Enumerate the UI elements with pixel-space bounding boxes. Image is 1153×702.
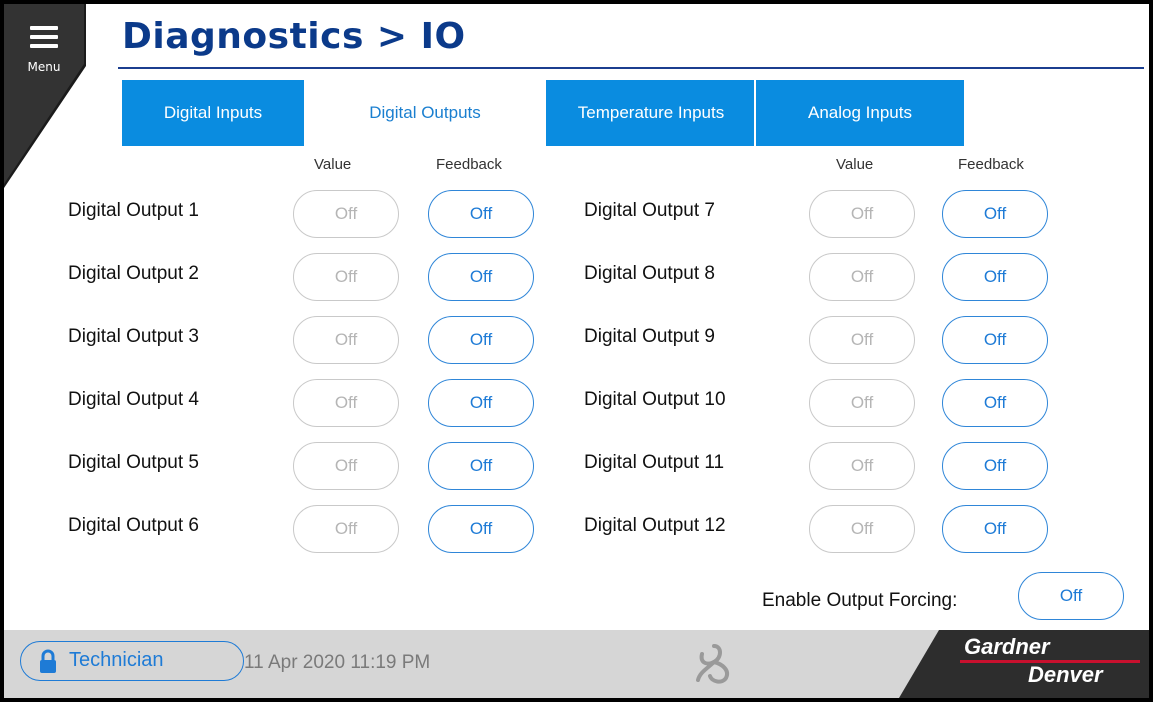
value-indicator: Off [809,442,915,490]
tab-analog-inputs[interactable]: Analog Inputs [756,80,964,146]
value-indicator: Off [293,505,399,553]
lock-icon [40,649,56,673]
value-indicator: Off [809,190,915,238]
value-indicator: Off [293,316,399,364]
feedback-button[interactable]: Off [428,316,534,364]
feedback-button[interactable]: Off [428,253,534,301]
output-label: Digital Output 11 [584,452,725,473]
feedback-button[interactable]: Off [942,442,1048,490]
tab-digital-outputs[interactable]: Digital Outputs [304,80,546,146]
user-login-button[interactable]: Technician [20,641,244,681]
output-label: Digital Output 12 [584,515,726,536]
feedback-button[interactable]: Off [942,253,1048,301]
feedback-button[interactable]: Off [942,379,1048,427]
output-label: Digital Output 9 [584,326,715,347]
tab-temperature-inputs[interactable]: Temperature Inputs [546,80,756,146]
output-label: Digital Output 7 [584,200,715,221]
corner-wedge [4,4,84,184]
value-indicator: Off [293,442,399,490]
feedback-button[interactable]: Off [942,190,1048,238]
feedback-button[interactable]: Off [428,190,534,238]
user-role: Technician [69,649,164,671]
screen: Menu Diagnostics > IO Digital Inputs Dig… [4,4,1149,698]
value-indicator: Off [809,379,915,427]
output-label: Digital Output 3 [68,326,199,347]
feedback-button[interactable]: Off [942,505,1048,553]
output-label: Digital Output 8 [584,263,715,284]
menu-label: Menu [27,60,61,74]
tab-digital-inputs[interactable]: Digital Inputs [122,80,304,146]
hamburger-icon [30,26,58,52]
feedback-column-header: Feedback [436,156,502,173]
menu-button[interactable]: Menu [18,22,76,82]
value-indicator: Off [809,316,915,364]
value-column-header: Value [836,156,874,173]
value-indicator: Off [809,505,915,553]
value-indicator: Off [809,253,915,301]
output-label: Digital Output 2 [68,263,199,284]
output-label: Digital Output 10 [584,389,726,410]
brand-logo-line2: Denver [1028,662,1103,687]
value-indicator: Off [293,253,399,301]
value-indicator: Off [293,190,399,238]
output-label: Digital Output 4 [68,389,199,410]
value-indicator: Off [293,379,399,427]
date-time: 11 Apr 2020 11:19 PM [244,652,431,673]
tab-bar: Digital Inputs Digital Outputs Temperatu… [122,80,964,146]
feedback-button[interactable]: Off [942,316,1048,364]
output-label: Digital Output 1 [68,200,199,221]
page-title: Diagnostics > IO [122,16,466,57]
status-bar: Technician 11 Apr 2020 11:19 PM Gardner … [4,630,1149,698]
feedback-button[interactable]: Off [428,379,534,427]
compressor-status-icon [696,644,729,684]
output-label: Digital Output 5 [68,452,199,473]
feedback-button[interactable]: Off [428,505,534,553]
title-divider [118,67,1144,69]
output-forcing-label: Enable Output Forcing: [762,590,958,611]
value-column-header: Value [314,156,352,173]
feedback-button[interactable]: Off [428,442,534,490]
feedback-column-header: Feedback [958,156,1024,173]
brand-logo-line1: Gardner [964,634,1050,659]
output-forcing-toggle[interactable]: Off [1018,572,1124,620]
output-label: Digital Output 6 [68,515,199,536]
